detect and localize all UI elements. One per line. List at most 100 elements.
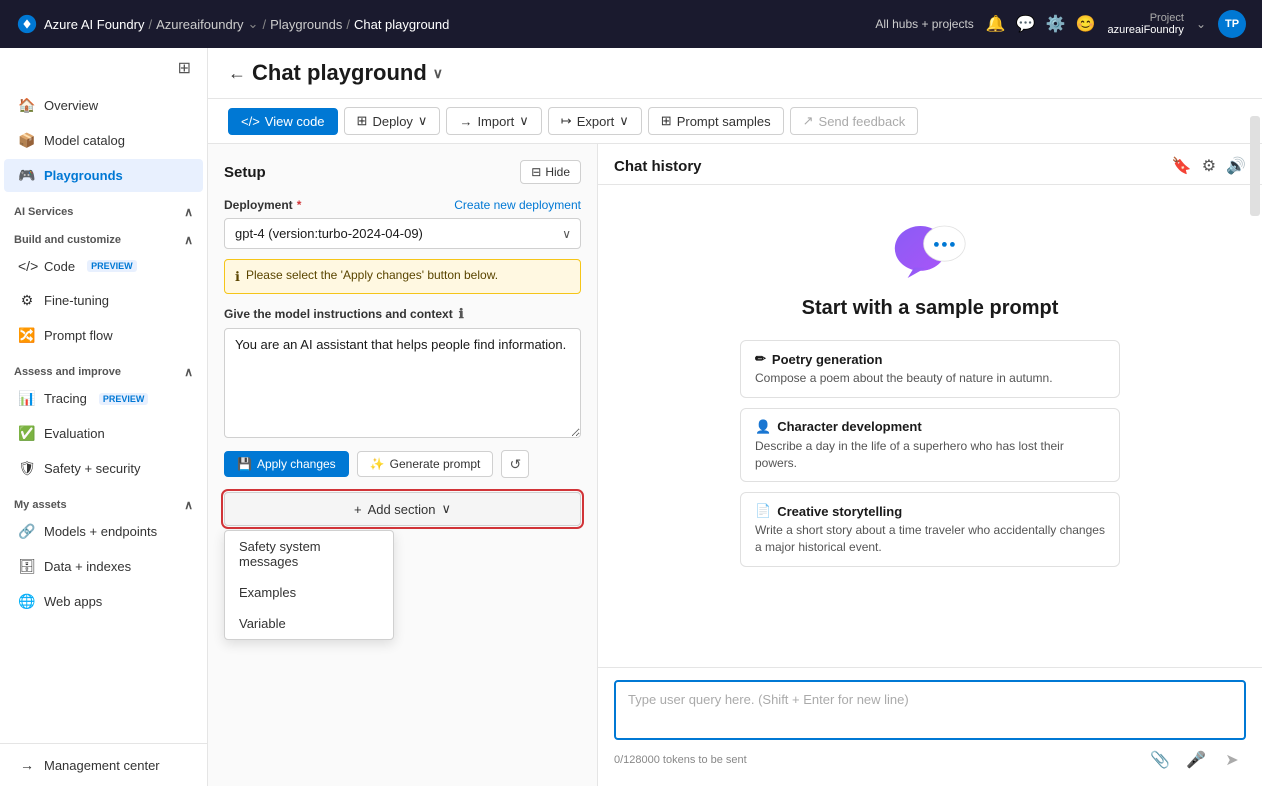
view-code-label: View code	[265, 114, 325, 129]
deploy-button[interactable]: ⊞ Deploy ∨	[344, 107, 441, 135]
sidebar-item-fine-tuning[interactable]: ⚙ Fine-tuning	[4, 284, 203, 317]
sidebar-item-web-apps[interactable]: 🌐 Web apps	[4, 585, 203, 618]
tracing-preview-badge: PREVIEW	[99, 393, 149, 405]
attachment-button[interactable]: 📎	[1146, 746, 1174, 774]
sidebar-label-prompt-flow: Prompt flow	[44, 328, 113, 343]
back-button[interactable]: ←	[228, 63, 246, 84]
sidebar-item-safety[interactable]: 🛡 Safety + security	[4, 452, 203, 485]
info-box: ℹ Please select the 'Apply changes' butt…	[224, 259, 581, 294]
chat-messages: Start with a sample prompt ✏ Poetry gene…	[598, 185, 1262, 667]
instructions-info-icon[interactable]: ℹ	[459, 306, 464, 322]
chat-input-area: Type user query here. (Shift + Enter for…	[598, 667, 1262, 786]
send-button[interactable]: ➤	[1218, 746, 1246, 774]
import-button[interactable]: → Import ∨	[446, 107, 541, 135]
chat-header-icons: 🔖 ⚙ 🔊	[1172, 156, 1246, 176]
apply-changes-button[interactable]: 💾 Apply changes	[224, 451, 349, 477]
add-section-text: Add section	[368, 502, 436, 517]
toggle-icon: ⊞	[178, 58, 191, 78]
send-feedback-button[interactable]: ↗ Send feedback	[790, 107, 919, 135]
sidebar-item-model-catalog[interactable]: 📦 Model catalog	[4, 124, 203, 157]
action-row: 💾 Apply changes ✨ Generate prompt ↺	[224, 450, 581, 478]
chat-body: Start with a sample prompt ✏ Poetry gene…	[598, 185, 1262, 786]
build-chevron[interactable]: ∧	[184, 233, 193, 247]
export-icon: ↦	[561, 113, 572, 129]
web-apps-icon: 🌐	[18, 593, 36, 610]
prompt-card-character-title: 👤 Character development	[755, 419, 1105, 435]
hide-button[interactable]: ⊟ Hide	[520, 160, 581, 184]
assess-chevron[interactable]: ∧	[184, 365, 193, 379]
data-indexes-icon: 🗄	[18, 558, 36, 575]
assets-chevron[interactable]: ∧	[184, 498, 193, 512]
chat-input-box[interactable]: Type user query here. (Shift + Enter for…	[614, 680, 1246, 740]
chat-settings-icon[interactable]: ⚙	[1202, 156, 1216, 176]
deployment-select[interactable]: gpt-4 (version:turbo-2024-04-09)	[224, 218, 581, 249]
notification-icon[interactable]: 🔔	[986, 14, 1006, 34]
breadcrumb-hub[interactable]: Azureaifoundry	[156, 17, 243, 32]
sidebar-item-code[interactable]: </> Code PREVIEW	[4, 250, 203, 282]
add-section-label: +	[354, 502, 362, 517]
dropdown-item-safety[interactable]: Safety system messages	[225, 531, 393, 577]
export-button[interactable]: ↦ Export ∨	[548, 107, 642, 135]
page-header: ← Chat playground ∨	[208, 48, 1262, 99]
breadcrumb-playgrounds[interactable]: Playgrounds	[270, 17, 342, 32]
sidebar-section-build: Build and customize ∧	[0, 225, 207, 249]
dropdown-item-variable[interactable]: Variable	[225, 608, 393, 639]
system-message-textarea[interactable]	[224, 328, 581, 438]
view-code-button[interactable]: </> View code	[228, 108, 338, 135]
hubs-projects-btn[interactable]: All hubs + projects	[875, 17, 973, 31]
assets-label: My assets	[14, 499, 67, 511]
prompt-card-storytelling[interactable]: 📄 Creative storytelling Write a short st…	[740, 492, 1120, 567]
bookmark-icon[interactable]: 🔖	[1172, 156, 1192, 176]
chat-icon[interactable]: 💬	[1016, 14, 1036, 34]
chat-input-footer: 0/128000 tokens to be sent 📎 🎤 ➤	[614, 746, 1246, 774]
required-mark: *	[297, 198, 302, 212]
feedback-icon[interactable]: 😊	[1076, 14, 1096, 34]
avatar[interactable]: TP	[1218, 10, 1246, 38]
prompt-card-character[interactable]: 👤 Character development Describe a day i…	[740, 408, 1120, 483]
sidebar-item-models-endpoints[interactable]: 🔗 Models + endpoints	[4, 515, 203, 548]
storytelling-icon: 📄	[755, 503, 771, 519]
sidebar-item-management[interactable]: → Management center	[4, 749, 203, 781]
prompt-flow-icon: 🔀	[18, 327, 36, 344]
ai-services-chevron[interactable]: ∧	[184, 205, 193, 219]
code-preview-badge: PREVIEW	[87, 260, 137, 272]
ai-services-label: AI Services	[14, 206, 73, 218]
sidebar-label-data-indexes: Data + indexes	[44, 559, 131, 574]
sidebar-toggle[interactable]: ⊞	[0, 48, 207, 88]
brand-logo[interactable]: Azure AI Foundry	[16, 13, 144, 35]
sidebar-item-data-indexes[interactable]: 🗄 Data + indexes	[4, 550, 203, 583]
add-section-chevron: ∨	[442, 501, 452, 517]
sidebar-item-overview[interactable]: 🏠 Overview	[4, 89, 203, 122]
project-dropdown-icon[interactable]: ⌄	[1196, 17, 1206, 31]
title-dropdown-icon[interactable]: ∨	[433, 65, 443, 82]
start-title: Start with a sample prompt	[802, 297, 1059, 320]
send-feedback-label: Send feedback	[819, 114, 906, 129]
add-section-button[interactable]: + Add section ∨	[224, 492, 581, 526]
import-chevron: ∨	[519, 113, 529, 129]
refresh-button[interactable]: ↺	[501, 450, 529, 478]
sound-icon[interactable]: 🔊	[1226, 156, 1246, 176]
sidebar-label-web-apps: Web apps	[44, 594, 102, 609]
sidebar-section-assets: My assets ∧	[0, 490, 207, 514]
panels: Setup ⊟ Hide Deployment * Create new dep…	[208, 144, 1262, 786]
sidebar-item-playgrounds[interactable]: 🎮 Playgrounds	[4, 159, 203, 192]
generate-prompt-icon: ✨	[370, 457, 385, 471]
dropdown-item-examples[interactable]: Examples	[225, 577, 393, 608]
sidebar-label-code: Code	[44, 259, 75, 274]
create-deployment-link[interactable]: Create new deployment	[454, 198, 581, 212]
model-catalog-icon: 📦	[18, 132, 36, 149]
prompt-card-poetry[interactable]: ✏ Poetry generation Compose a poem about…	[740, 340, 1120, 398]
setup-title: Setup	[224, 164, 266, 181]
sidebar-item-prompt-flow[interactable]: 🔀 Prompt flow	[4, 319, 203, 352]
sidebar-item-evaluation[interactable]: ✅ Evaluation	[4, 417, 203, 450]
scrollbar[interactable]	[1250, 144, 1260, 216]
generate-prompt-button[interactable]: ✨ Generate prompt	[357, 451, 494, 477]
sidebar-label-tracing: Tracing	[44, 391, 87, 406]
settings-icon[interactable]: ⚙️	[1046, 14, 1066, 34]
page-title: ← Chat playground ∨	[228, 60, 443, 98]
sidebar-label-evaluation: Evaluation	[44, 426, 105, 441]
microphone-button[interactable]: 🎤	[1182, 746, 1210, 774]
prompt-samples-button[interactable]: ⊞ Prompt samples	[648, 107, 784, 135]
sidebar-item-tracing[interactable]: 📊 Tracing PREVIEW	[4, 382, 203, 415]
overview-icon: 🏠	[18, 97, 36, 114]
